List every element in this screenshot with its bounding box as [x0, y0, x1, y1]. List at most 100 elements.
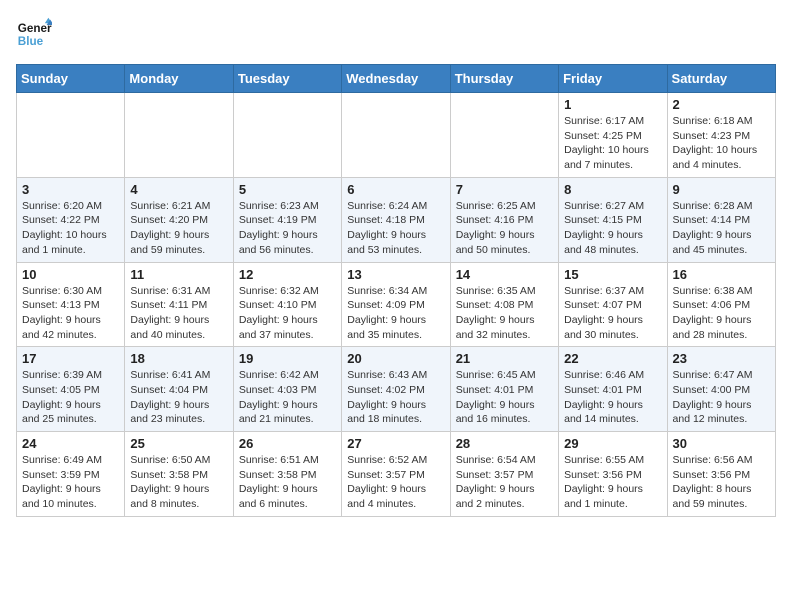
- calendar-day-23: 23 Sunrise: 6:47 AM Sunset: 4:00 PM Dayli…: [667, 347, 775, 432]
- day-info: Sunrise: 6:37 AM Sunset: 4:07 PM Dayligh…: [564, 284, 661, 343]
- day-info: Sunrise: 6:35 AM Sunset: 4:08 PM Dayligh…: [456, 284, 553, 343]
- calendar-day-18: 18 Sunrise: 6:41 AM Sunset: 4:04 PM Dayli…: [125, 347, 233, 432]
- day-number: 21: [456, 351, 553, 366]
- day-info: Sunrise: 6:39 AM Sunset: 4:05 PM Dayligh…: [22, 368, 119, 427]
- day-info: Sunrise: 6:49 AM Sunset: 3:59 PM Dayligh…: [22, 453, 119, 512]
- day-info: Sunrise: 6:43 AM Sunset: 4:02 PM Dayligh…: [347, 368, 444, 427]
- calendar-day-29: 29 Sunrise: 6:55 AM Sunset: 3:56 PM Dayli…: [559, 432, 667, 517]
- calendar-day-21: 21 Sunrise: 6:45 AM Sunset: 4:01 PM Dayli…: [450, 347, 558, 432]
- day-info: Sunrise: 6:56 AM Sunset: 3:56 PM Dayligh…: [673, 453, 770, 512]
- day-number: 2: [673, 97, 770, 112]
- calendar-empty: [125, 93, 233, 178]
- calendar-day-10: 10 Sunrise: 6:30 AM Sunset: 4:13 PM Dayli…: [17, 262, 125, 347]
- day-info: Sunrise: 6:18 AM Sunset: 4:23 PM Dayligh…: [673, 114, 770, 173]
- day-number: 5: [239, 182, 336, 197]
- day-info: Sunrise: 6:23 AM Sunset: 4:19 PM Dayligh…: [239, 199, 336, 258]
- calendar-day-15: 15 Sunrise: 6:37 AM Sunset: 4:07 PM Dayli…: [559, 262, 667, 347]
- day-info: Sunrise: 6:31 AM Sunset: 4:11 PM Dayligh…: [130, 284, 227, 343]
- day-info: Sunrise: 6:38 AM Sunset: 4:06 PM Dayligh…: [673, 284, 770, 343]
- day-number: 4: [130, 182, 227, 197]
- day-info: Sunrise: 6:34 AM Sunset: 4:09 PM Dayligh…: [347, 284, 444, 343]
- calendar-day-20: 20 Sunrise: 6:43 AM Sunset: 4:02 PM Dayli…: [342, 347, 450, 432]
- day-number: 15: [564, 267, 661, 282]
- logo-icon: General Blue: [16, 16, 52, 52]
- calendar-day-24: 24 Sunrise: 6:49 AM Sunset: 3:59 PM Dayli…: [17, 432, 125, 517]
- svg-text:Blue: Blue: [18, 35, 44, 48]
- day-number: 9: [673, 182, 770, 197]
- day-number: 23: [673, 351, 770, 366]
- day-info: Sunrise: 6:41 AM Sunset: 4:04 PM Dayligh…: [130, 368, 227, 427]
- calendar-day-11: 11 Sunrise: 6:31 AM Sunset: 4:11 PM Dayli…: [125, 262, 233, 347]
- day-info: Sunrise: 6:42 AM Sunset: 4:03 PM Dayligh…: [239, 368, 336, 427]
- day-number: 11: [130, 267, 227, 282]
- page-header: General Blue: [16, 16, 776, 52]
- calendar-week-row: 24 Sunrise: 6:49 AM Sunset: 3:59 PM Dayli…: [17, 432, 776, 517]
- calendar-day-14: 14 Sunrise: 6:35 AM Sunset: 4:08 PM Dayli…: [450, 262, 558, 347]
- day-info: Sunrise: 6:20 AM Sunset: 4:22 PM Dayligh…: [22, 199, 119, 258]
- calendar-day-27: 27 Sunrise: 6:52 AM Sunset: 3:57 PM Dayli…: [342, 432, 450, 517]
- day-info: Sunrise: 6:46 AM Sunset: 4:01 PM Dayligh…: [564, 368, 661, 427]
- calendar-day-19: 19 Sunrise: 6:42 AM Sunset: 4:03 PM Dayli…: [233, 347, 341, 432]
- calendar-empty: [233, 93, 341, 178]
- day-number: 14: [456, 267, 553, 282]
- day-number: 1: [564, 97, 661, 112]
- weekday-header-friday: Friday: [559, 65, 667, 93]
- weekday-header-sunday: Sunday: [17, 65, 125, 93]
- day-number: 18: [130, 351, 227, 366]
- day-number: 24: [22, 436, 119, 451]
- day-info: Sunrise: 6:25 AM Sunset: 4:16 PM Dayligh…: [456, 199, 553, 258]
- day-info: Sunrise: 6:17 AM Sunset: 4:25 PM Dayligh…: [564, 114, 661, 173]
- day-number: 30: [673, 436, 770, 451]
- day-number: 16: [673, 267, 770, 282]
- day-info: Sunrise: 6:52 AM Sunset: 3:57 PM Dayligh…: [347, 453, 444, 512]
- day-number: 26: [239, 436, 336, 451]
- calendar-day-26: 26Sunrise: 6:51 AM Sunset: 3:58 PM Dayli…: [233, 432, 341, 517]
- calendar-day-7: 7 Sunrise: 6:25 AM Sunset: 4:16 PM Daylig…: [450, 177, 558, 262]
- calendar-day-13: 13 Sunrise: 6:34 AM Sunset: 4:09 PM Dayli…: [342, 262, 450, 347]
- calendar-day-25: 25 Sunrise: 6:50 AM Sunset: 3:58 PM Dayli…: [125, 432, 233, 517]
- calendar-day-22: 22Sunrise: 6:46 AM Sunset: 4:01 PM Dayli…: [559, 347, 667, 432]
- day-number: 29: [564, 436, 661, 451]
- weekday-header-thursday: Thursday: [450, 65, 558, 93]
- day-number: 20: [347, 351, 444, 366]
- day-info: Sunrise: 6:47 AM Sunset: 4:00 PM Dayligh…: [673, 368, 770, 427]
- calendar-day-30: 30 Sunrise: 6:56 AM Sunset: 3:56 PM Dayli…: [667, 432, 775, 517]
- logo: General Blue: [16, 16, 58, 52]
- day-info: Sunrise: 6:30 AM Sunset: 4:13 PM Dayligh…: [22, 284, 119, 343]
- day-number: 27: [347, 436, 444, 451]
- svg-text:General: General: [18, 22, 52, 35]
- calendar-day-9: 9 Sunrise: 6:28 AM Sunset: 4:14 PM Daylig…: [667, 177, 775, 262]
- calendar-day-8: 8Sunrise: 6:27 AM Sunset: 4:15 PM Daylig…: [559, 177, 667, 262]
- weekday-header-tuesday: Tuesday: [233, 65, 341, 93]
- day-number: 6: [347, 182, 444, 197]
- day-info: Sunrise: 6:54 AM Sunset: 3:57 PM Dayligh…: [456, 453, 553, 512]
- calendar-week-row: 10 Sunrise: 6:30 AM Sunset: 4:13 PM Dayli…: [17, 262, 776, 347]
- day-info: Sunrise: 6:21 AM Sunset: 4:20 PM Dayligh…: [130, 199, 227, 258]
- weekday-header-saturday: Saturday: [667, 65, 775, 93]
- day-number: 10: [22, 267, 119, 282]
- day-info: Sunrise: 6:55 AM Sunset: 3:56 PM Dayligh…: [564, 453, 661, 512]
- day-number: 13: [347, 267, 444, 282]
- calendar-empty: [342, 93, 450, 178]
- day-number: 12: [239, 267, 336, 282]
- calendar-week-row: 17 Sunrise: 6:39 AM Sunset: 4:05 PM Dayli…: [17, 347, 776, 432]
- calendar-header-row: SundayMondayTuesdayWednesdayThursdayFrid…: [17, 65, 776, 93]
- day-number: 19: [239, 351, 336, 366]
- calendar-day-4: 4 Sunrise: 6:21 AM Sunset: 4:20 PM Daylig…: [125, 177, 233, 262]
- calendar-day-16: 16 Sunrise: 6:38 AM Sunset: 4:06 PM Dayli…: [667, 262, 775, 347]
- day-number: 25: [130, 436, 227, 451]
- calendar-day-17: 17 Sunrise: 6:39 AM Sunset: 4:05 PM Dayli…: [17, 347, 125, 432]
- day-info: Sunrise: 6:45 AM Sunset: 4:01 PM Dayligh…: [456, 368, 553, 427]
- calendar-day-12: 12 Sunrise: 6:32 AM Sunset: 4:10 PM Dayli…: [233, 262, 341, 347]
- calendar-empty: [17, 93, 125, 178]
- day-info: Sunrise: 6:50 AM Sunset: 3:58 PM Dayligh…: [130, 453, 227, 512]
- calendar-week-row: 1 Sunrise: 6:17 AM Sunset: 4:25 PM Daylig…: [17, 93, 776, 178]
- weekday-header-monday: Monday: [125, 65, 233, 93]
- day-info: Sunrise: 6:32 AM Sunset: 4:10 PM Dayligh…: [239, 284, 336, 343]
- day-info: Sunrise: 6:28 AM Sunset: 4:14 PM Dayligh…: [673, 199, 770, 258]
- day-number: 7: [456, 182, 553, 197]
- calendar-day-28: 28Sunrise: 6:54 AM Sunset: 3:57 PM Dayli…: [450, 432, 558, 517]
- day-info: Sunrise: 6:27 AM Sunset: 4:15 PM Dayligh…: [564, 199, 661, 258]
- calendar-day-5: 5 Sunrise: 6:23 AM Sunset: 4:19 PM Daylig…: [233, 177, 341, 262]
- day-number: 17: [22, 351, 119, 366]
